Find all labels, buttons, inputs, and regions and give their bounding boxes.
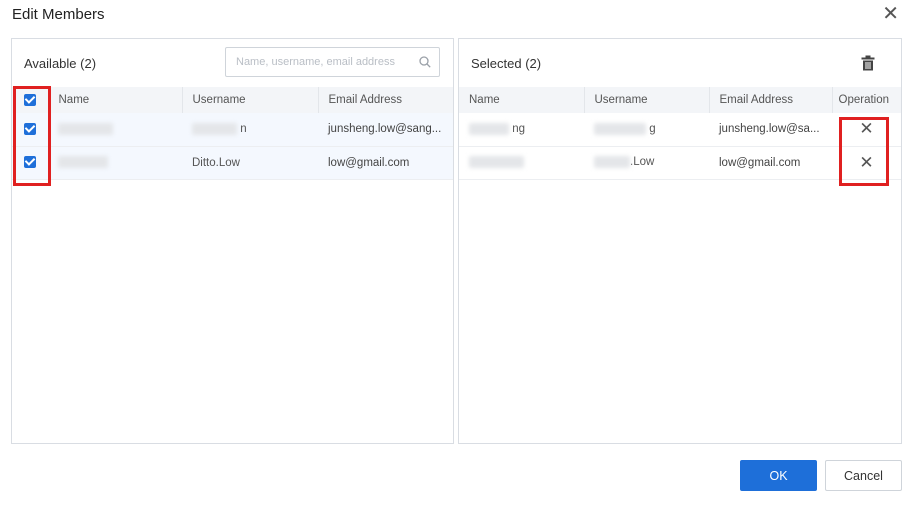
col-username: Username [181, 87, 318, 113]
selected-table: Name Username Email Address Operation ng… [459, 87, 901, 180]
available-title: Available (2) [24, 56, 97, 71]
select-all-cell[interactable] [12, 87, 48, 113]
selected-header: Selected (2) [459, 39, 901, 87]
selected-panel: Selected (2) Name Username Email Address… [458, 38, 902, 444]
available-header: Available (2) [12, 39, 453, 87]
email-cell: low@gmail.com [719, 156, 801, 169]
redacted-name [469, 156, 524, 169]
name-cell [459, 146, 584, 179]
username-cell: .Low [584, 146, 709, 179]
username-cell: n [182, 113, 318, 146]
username-tail: n [240, 123, 247, 136]
username-tail: .Low [630, 156, 655, 169]
selected-table-header: Name Username Email Address Operation [459, 87, 901, 113]
search-input[interactable] [226, 48, 426, 76]
table-row[interactable]: n junsheng.low@sang... [12, 113, 453, 146]
redacted-name [58, 123, 113, 136]
username-tail: g [649, 123, 656, 136]
col-name: Name [47, 87, 182, 113]
available-table-header: Name Username Email Address [12, 87, 453, 113]
username-tail: Ditto.Low [192, 156, 240, 169]
row-checkbox[interactable] [24, 156, 36, 169]
trash-icon[interactable] [861, 55, 875, 71]
row-checkbox[interactable] [24, 123, 36, 136]
close-icon[interactable]: ✕ [882, 4, 899, 24]
search-box[interactable] [225, 47, 440, 77]
name-cell [48, 146, 182, 179]
col-operation: Operation [831, 87, 901, 113]
search-icon[interactable] [419, 56, 431, 68]
username-cell: Ditto.Low [182, 146, 318, 179]
email-cell: junsheng.low@sa... [719, 123, 820, 136]
table-row: .Low low@gmail.com ✕ [459, 146, 901, 179]
redacted-name [58, 156, 108, 169]
redacted-username [594, 123, 646, 136]
table-row: ng g junsheng.low@sa... ✕ [459, 113, 901, 146]
table-row[interactable]: Ditto.Low low@gmail.com [12, 146, 453, 179]
username-cell: g [584, 113, 709, 146]
redacted-username [192, 123, 237, 136]
col-email: Email Address [708, 87, 832, 113]
redacted-username [594, 156, 630, 169]
remove-icon[interactable]: ✕ [832, 146, 901, 179]
remove-icon[interactable]: ✕ [832, 113, 901, 146]
name-tail: ng [512, 123, 525, 136]
ok-button[interactable]: OK [740, 460, 817, 491]
name-cell: ng [459, 113, 584, 146]
available-table: Name Username Email Address n junsheng.l… [12, 87, 453, 180]
available-panel: Available (2) Name Username Email Addres… [11, 38, 454, 444]
select-all-checkbox[interactable] [23, 93, 36, 106]
col-username: Username [583, 87, 709, 113]
redacted-name [469, 123, 509, 136]
email-cell: junsheng.low@sang... [328, 123, 442, 136]
col-email: Email Address [317, 87, 453, 113]
email-cell: low@gmail.com [328, 156, 410, 169]
dialog-title: Edit Members [12, 6, 105, 23]
col-name: Name [469, 94, 500, 106]
name-cell [48, 113, 182, 146]
cancel-button[interactable]: Cancel [825, 460, 902, 491]
selected-title: Selected (2) [471, 56, 542, 71]
